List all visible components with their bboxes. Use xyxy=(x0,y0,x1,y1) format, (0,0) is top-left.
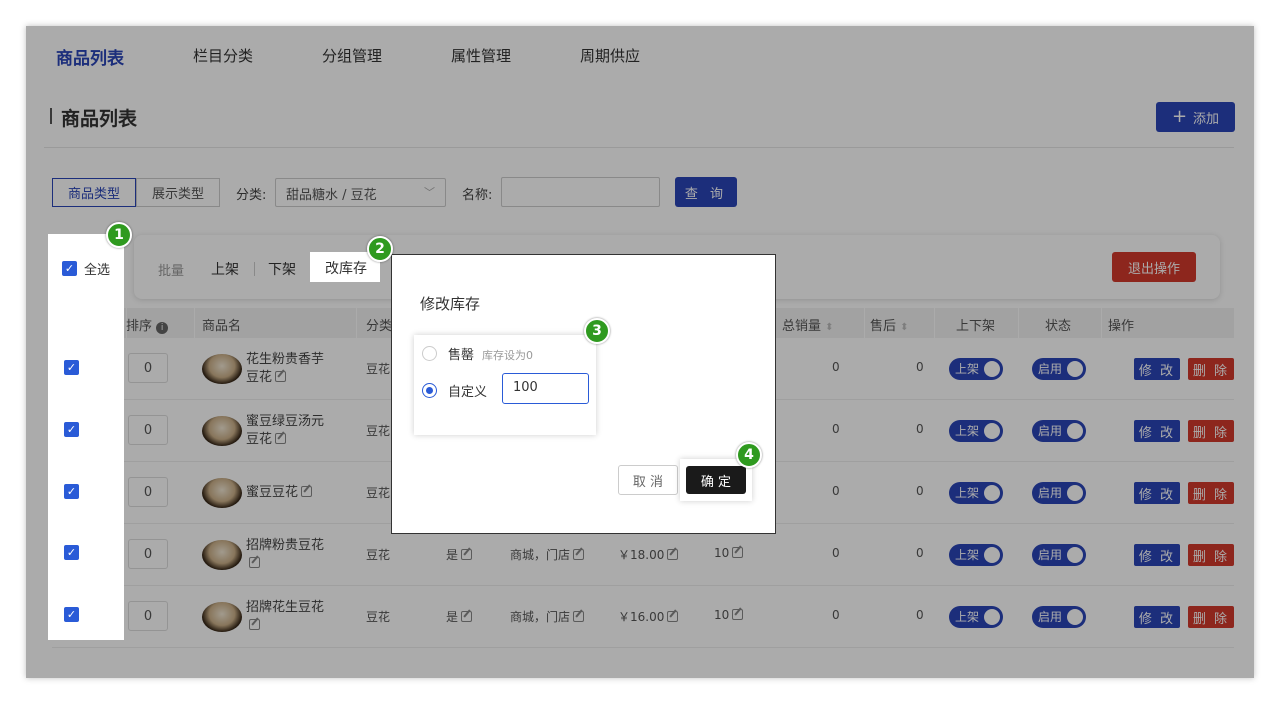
cancel-button[interactable]: 取 消 xyxy=(618,465,678,495)
edit-stock-button[interactable]: 改库存 xyxy=(325,258,367,278)
row-checkbox[interactable]: ✓ xyxy=(64,484,79,499)
custom-label: 自定义 xyxy=(448,385,488,400)
stock-options-highlight: 售罄 库存设为0 自定义 100 xyxy=(414,335,596,435)
soldout-radio[interactable] xyxy=(422,346,437,361)
step-badge-1: 1 xyxy=(106,222,132,248)
soldout-hint: 库存设为0 xyxy=(482,349,533,362)
row-checkbox[interactable]: ✓ xyxy=(64,607,79,622)
custom-stock-input[interactable]: 100 xyxy=(502,373,589,404)
edit-stock-dialog: 修改库存 售罄 库存设为0 自定义 100 取 消 确 定 xyxy=(391,254,776,534)
row-checkbox[interactable]: ✓ xyxy=(64,422,79,437)
row-checkbox[interactable]: ✓ xyxy=(64,545,79,560)
custom-radio[interactable] xyxy=(422,383,437,398)
row-checkbox[interactable]: ✓ xyxy=(64,360,79,375)
step-badge-4: 4 xyxy=(736,442,762,468)
step-badge-2: 2 xyxy=(367,236,393,262)
dialog-title: 修改库存 xyxy=(420,295,481,313)
app-frame: 商品列表 栏目分类 分组管理 属性管理 周期供应 商品列表 + 添加 商品类型 … xyxy=(26,26,1254,678)
select-all-checkbox[interactable]: ✓ xyxy=(62,261,77,276)
step-badge-3: 3 xyxy=(584,318,610,344)
checkbox-column-highlight: ✓ 全选 ✓ ✓ ✓ ✓ ✓ xyxy=(48,234,124,640)
soldout-label: 售罄 xyxy=(448,348,475,363)
select-all-label: 全选 xyxy=(84,263,111,278)
confirm-button[interactable]: 确 定 xyxy=(686,466,746,494)
